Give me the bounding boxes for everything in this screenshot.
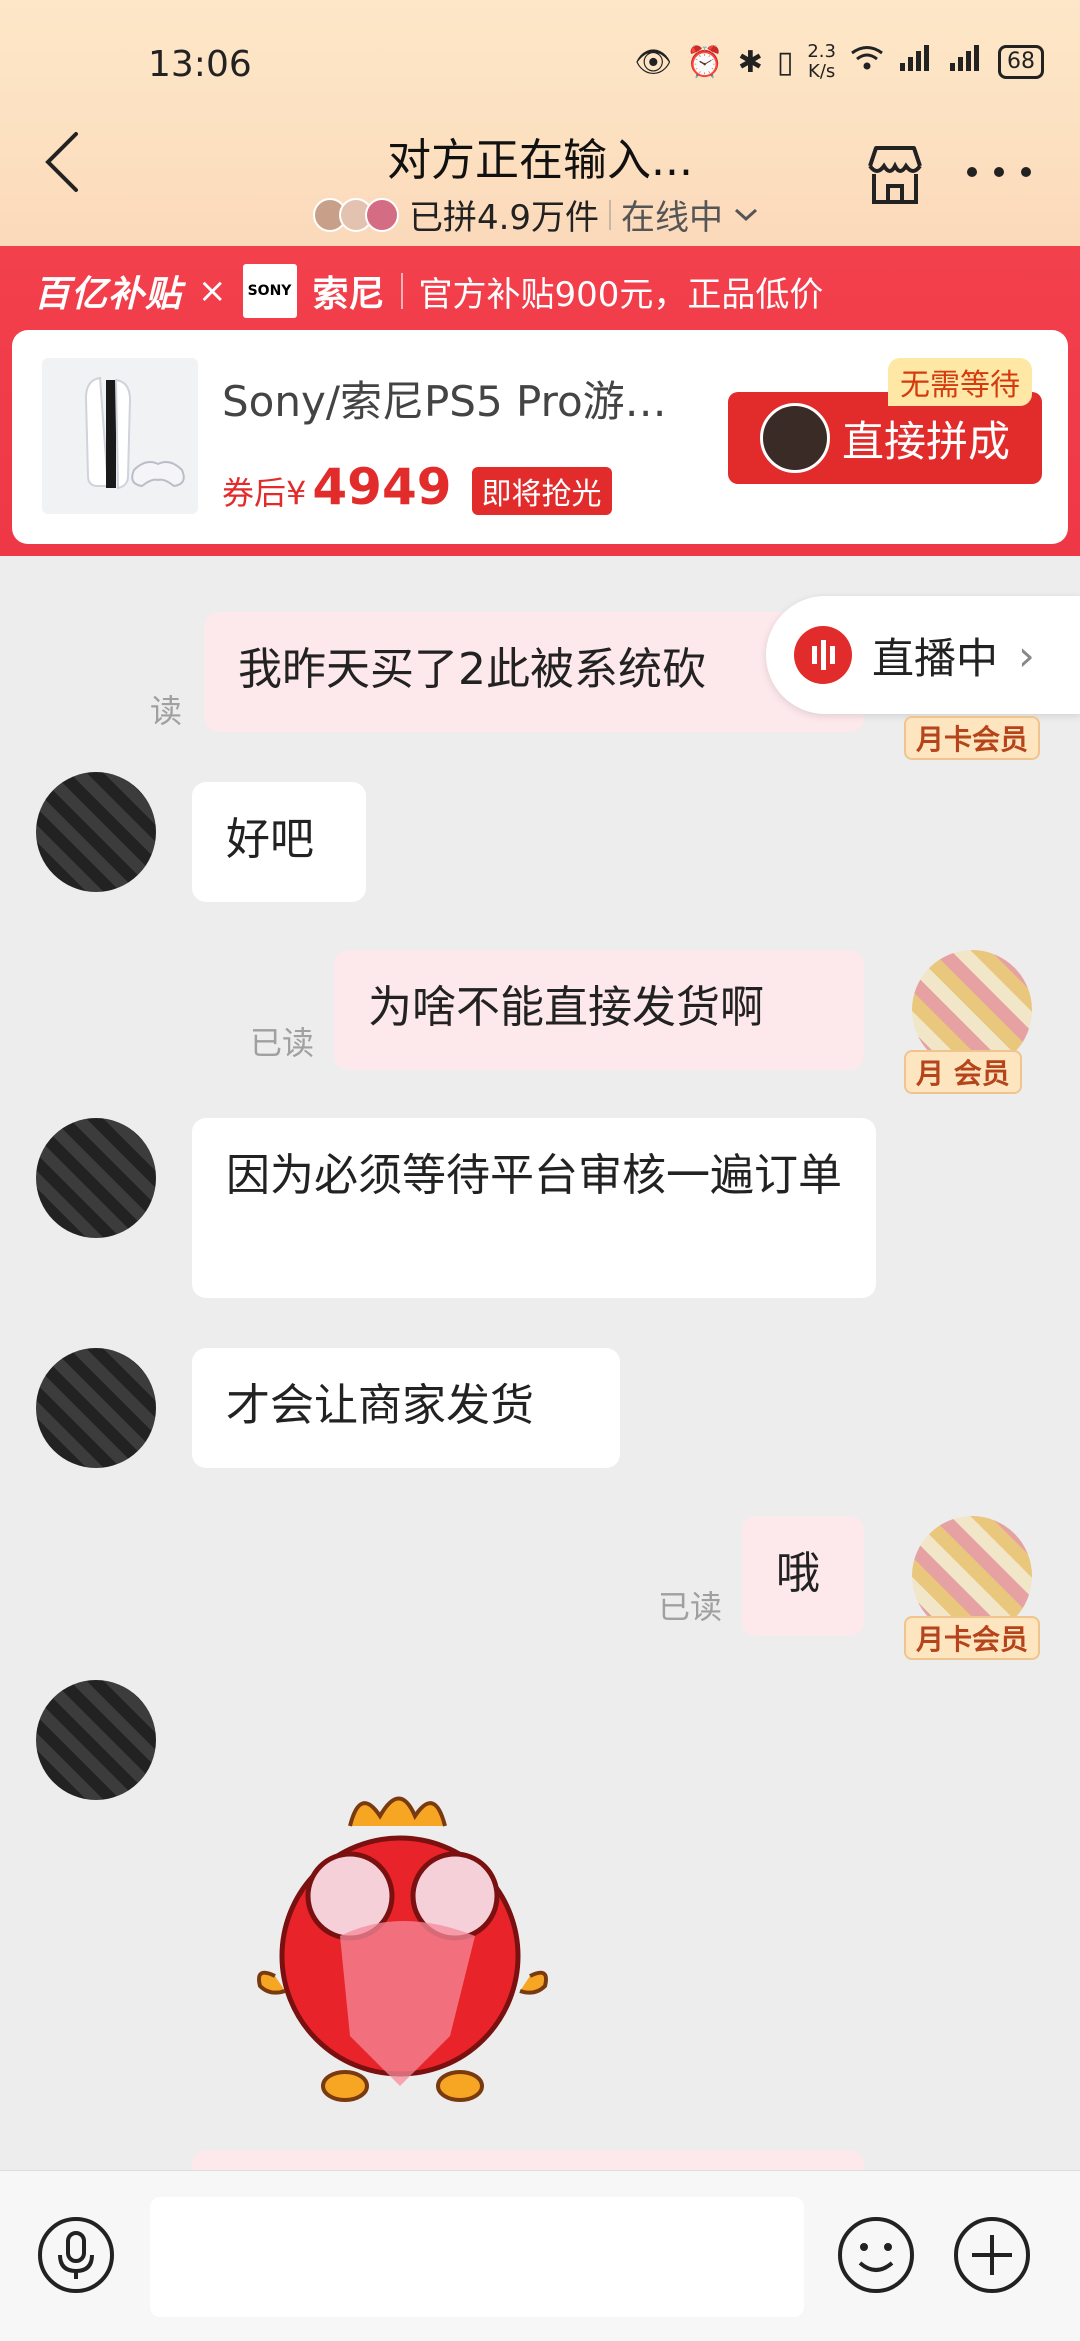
more-options-icon[interactable] xyxy=(964,164,1034,180)
plus-icon[interactable] xyxy=(952,2215,1032,2295)
promo-text: 官方补贴900元，正品低价 xyxy=(418,274,824,315)
divider xyxy=(400,273,403,309)
status-time: 13:06 xyxy=(148,44,252,85)
sticker-image[interactable] xyxy=(250,1786,560,2106)
online-status[interactable]: 在线中 xyxy=(621,190,723,239)
eye-icon: 👁 xyxy=(634,44,673,80)
vip-badge: 月 会员 xyxy=(904,1050,1022,1094)
buyer-avatars xyxy=(312,197,399,232)
message-bubble[interactable]: 才会让商家发货 xyxy=(192,1348,620,1468)
message-bubble[interactable]: 哦 xyxy=(742,1516,864,1636)
banner-header: 百亿补贴 × SONY 索尼 官方补贴900元，正品低价 xyxy=(34,264,823,318)
signal-icon xyxy=(898,43,934,81)
status-icons: 👁 ⏰ ✱ ▯ 2.3 K/s 68 xyxy=(634,42,1044,82)
sony-logo: SONY xyxy=(242,264,297,318)
urgency-tag: 即将抢光 xyxy=(471,467,612,515)
price-value: 4949 xyxy=(312,458,452,516)
wifi-icon xyxy=(850,44,884,80)
message-bubble[interactable]: 我昨天买了2此被系统砍 xyxy=(204,612,864,732)
chevron-down-icon[interactable] xyxy=(733,207,759,223)
brand-name: 索尼 xyxy=(312,274,385,315)
divider xyxy=(609,199,612,230)
live-stream-button[interactable]: 直播中 › xyxy=(766,596,1080,714)
group-count: 已拼4.9万件 xyxy=(408,198,600,238)
microphone-icon[interactable] xyxy=(36,2215,116,2295)
message-bubble[interactable]: 为啥不能直接发货啊 xyxy=(334,950,864,1070)
cross-symbol: × xyxy=(198,271,227,311)
battery-icon: 68 xyxy=(998,45,1044,79)
avatar[interactable] xyxy=(36,1680,156,1800)
alarm-icon: ⏰ xyxy=(686,44,724,80)
input-bar xyxy=(0,2170,1080,2341)
product-image[interactable] xyxy=(42,358,198,514)
message-bubble[interactable]: 因为必须等待平台审核一遍订单 xyxy=(192,1118,876,1298)
price-row: 券后¥ 4949 即将抢光 xyxy=(222,458,612,516)
read-receipt: 读 xyxy=(150,692,183,730)
message-bubble[interactable] xyxy=(192,2150,864,2170)
message-input[interactable] xyxy=(150,2197,804,2317)
vip-badge: 月卡会员 xyxy=(904,716,1041,760)
emoji-icon[interactable] xyxy=(836,2215,916,2295)
bluetooth-icon: ✱ xyxy=(737,44,763,80)
read-receipt: 已读 xyxy=(658,1588,723,1626)
network-speed: 2.3 K/s xyxy=(807,41,836,82)
subsidy-banner[interactable]: 百亿补贴 × SONY 索尼 官方补贴900元，正品低价 Sony/索尼PS5 … xyxy=(0,246,1080,556)
live-icon xyxy=(794,626,852,684)
no-wait-tag: 无需等待 xyxy=(888,358,1032,406)
chevron-right-icon: › xyxy=(1018,630,1035,680)
chat-header: 13:06 👁 ⏰ ✱ ▯ 2.3 K/s 68 对方正在输入... 已拼4.9… xyxy=(0,0,1080,246)
message-bubble[interactable]: 好吧 xyxy=(192,782,366,902)
product-name[interactable]: Sony/索尼PS5 Pro游… xyxy=(222,368,692,429)
store-icon[interactable] xyxy=(860,140,930,210)
signal-icon-2 xyxy=(948,43,984,81)
avatar[interactable] xyxy=(36,1348,156,1468)
vibrate-icon: ▯ xyxy=(776,44,794,80)
chat-messages[interactable]: 读 我昨天买了2此被系统砍 直播中 › 月卡会员 好吧 已读 为啥不能直接发货啊… xyxy=(0,556,1080,2170)
price-prefix: 券后¥ xyxy=(222,474,307,512)
avatar[interactable] xyxy=(36,772,156,892)
buy-now-label: 直接拼成 xyxy=(841,416,1010,466)
vip-badge: 月卡会员 xyxy=(904,1616,1041,1660)
program-label: 百亿补贴 xyxy=(34,274,183,315)
read-receipt: 已读 xyxy=(250,1024,315,1062)
product-card[interactable]: Sony/索尼PS5 Pro游… 券后¥ 4949 即将抢光 直接拼成 无需等待 xyxy=(12,330,1068,544)
buyer-avatar xyxy=(759,403,830,473)
avatar[interactable] xyxy=(36,1118,156,1238)
live-label: 直播中 xyxy=(872,633,999,683)
